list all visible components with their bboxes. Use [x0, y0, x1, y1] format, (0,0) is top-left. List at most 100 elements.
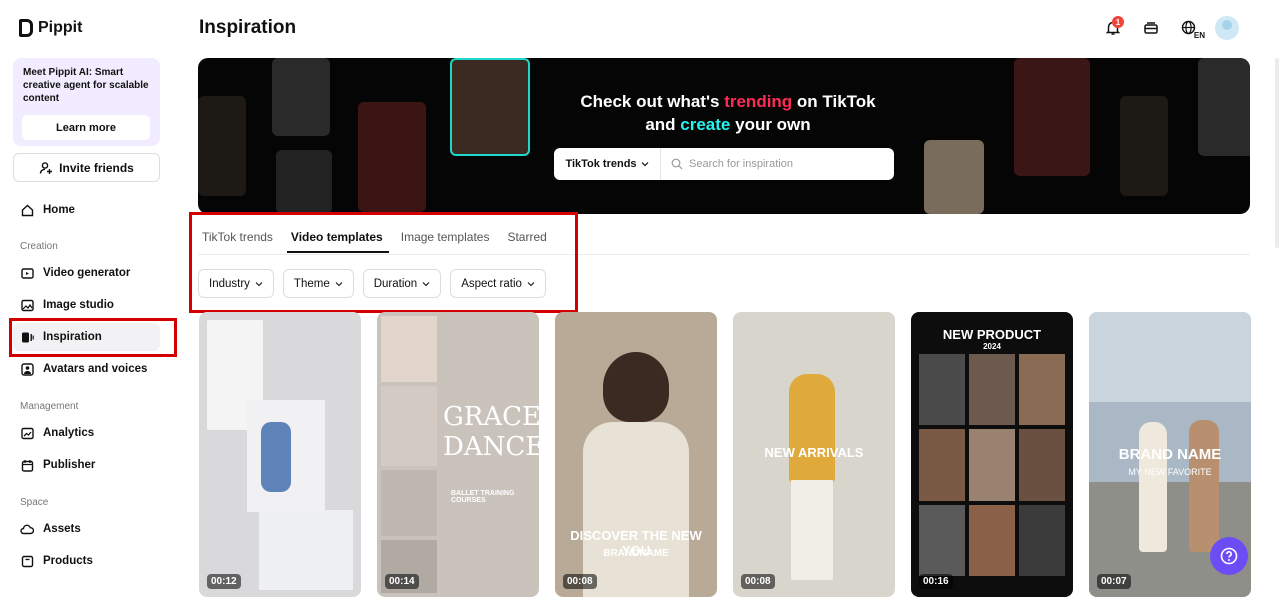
- duration-badge: 00:12: [207, 574, 241, 589]
- hero-thumb: [1198, 58, 1250, 156]
- product-box-icon: [20, 554, 34, 568]
- hero-thumb: [276, 150, 332, 214]
- template-card[interactable]: DISCOVER THE NEW YOU BRANDNAME 00:08: [555, 312, 717, 597]
- home-icon: [20, 203, 34, 217]
- question-icon: [1220, 547, 1238, 565]
- hero-thumb: [272, 58, 330, 136]
- inspiration-search-bar: TikTok trends: [554, 148, 894, 180]
- hero-thumb: [450, 58, 530, 156]
- filter-industry[interactable]: Industry: [198, 269, 274, 298]
- card-photo: [1089, 312, 1251, 402]
- sidebar-item-analytics[interactable]: Analytics: [13, 419, 160, 447]
- section-management: Management: [20, 401, 79, 412]
- filter-label: Industry: [209, 277, 250, 290]
- duration-badge: 00:14: [385, 574, 419, 589]
- tab-tiktok-trends[interactable]: TikTok trends: [198, 226, 279, 253]
- chevron-down-icon: [422, 281, 430, 286]
- sidebar-item-assets[interactable]: Assets: [13, 515, 160, 543]
- sidebar-item-home[interactable]: Home: [13, 196, 160, 224]
- hero-thumb: [198, 96, 246, 196]
- filter-aspect-ratio[interactable]: Aspect ratio: [450, 269, 546, 298]
- language-code: EN: [1193, 31, 1205, 40]
- sidebar-item-label: Avatars and voices: [43, 363, 148, 375]
- chevron-down-icon: [527, 281, 535, 286]
- invite-friends-button[interactable]: Invite friends: [13, 153, 160, 182]
- notifications-button[interactable]: 1: [1101, 16, 1125, 40]
- card-figure: [1139, 422, 1167, 552]
- page-scrollbar[interactable]: [1275, 58, 1279, 248]
- hero-text: on TikTok: [792, 92, 876, 111]
- card-figure: [261, 422, 291, 492]
- page-title: Inspiration: [199, 17, 297, 38]
- template-card[interactable]: GRACEFU DANCE BALLET TRAINING COURSES 00…: [377, 312, 539, 597]
- sidebar: Pippit Meet Pippit AI: Smart creative ag…: [0, 0, 176, 606]
- inspiration-icon: [20, 330, 34, 344]
- sidebar-item-label: Image studio: [43, 299, 114, 311]
- card-photo: [381, 470, 437, 536]
- language-button[interactable]: EN: [1177, 16, 1205, 40]
- hero-text-highlight: create: [680, 115, 731, 134]
- sidebar-item-label: Assets: [43, 523, 81, 535]
- tab-video-templates[interactable]: Video templates: [286, 226, 389, 253]
- tab-starred[interactable]: Starred: [503, 226, 552, 253]
- search-input[interactable]: [683, 148, 894, 180]
- card-subtitle: 2024: [983, 342, 1001, 351]
- cloud-icon: [20, 522, 34, 536]
- pippit-logo-icon: [19, 19, 33, 37]
- sidebar-item-label: Inspiration: [43, 331, 102, 343]
- grid-photo: [919, 504, 965, 576]
- card-figure: [789, 374, 835, 484]
- card-subtitle: BRANDNAME: [603, 548, 669, 559]
- filter-duration[interactable]: Duration: [362, 269, 442, 298]
- sidebar-item-video-generator[interactable]: Video generator: [13, 259, 160, 287]
- video-generator-icon: [20, 266, 34, 280]
- duration-badge: 00:08: [563, 574, 597, 589]
- logo[interactable]: Pippit: [19, 19, 82, 37]
- source-select[interactable]: TikTok trends: [554, 148, 661, 180]
- duration-badge: 00:16: [919, 574, 953, 589]
- filter-theme[interactable]: Theme: [282, 269, 354, 298]
- header-actions: 1 EN: [1101, 16, 1239, 40]
- sidebar-item-image-studio[interactable]: Image studio: [13, 291, 160, 319]
- filter-label: Aspect ratio: [461, 277, 522, 290]
- learn-more-button[interactable]: Learn more: [22, 115, 150, 140]
- card-figure: [1189, 420, 1219, 552]
- app-root: Pippit Meet Pippit AI: Smart creative ag…: [0, 0, 1279, 606]
- filter-bar: Industry Theme Duration Aspect ratio: [198, 269, 546, 298]
- filter-label: Theme: [293, 277, 330, 290]
- card-title: NEW PRODUCT: [942, 327, 1042, 342]
- sidebar-item-publisher[interactable]: Publisher: [13, 451, 160, 479]
- sidebar-item-inspiration[interactable]: Inspiration: [13, 323, 160, 351]
- card-photo: [259, 510, 353, 590]
- sidebar-item-label: Home: [43, 204, 75, 216]
- card-subtitle: BALLET TRAINING COURSES: [451, 490, 515, 504]
- calendar-icon: [20, 458, 34, 472]
- wallet-button[interactable]: [1139, 16, 1163, 40]
- tab-image-templates[interactable]: Image templates: [397, 226, 496, 253]
- hero-text: Check out what's: [580, 92, 725, 111]
- template-card[interactable]: NEW PRODUCT 2024 00:16: [911, 312, 1073, 597]
- hero-thumb: [358, 102, 426, 212]
- template-card[interactable]: NEW ARRIVALS 00:08: [733, 312, 895, 597]
- card-figure: [791, 480, 833, 580]
- sidebar-item-label: Products: [43, 555, 93, 567]
- sidebar-item-products[interactable]: Products: [13, 547, 160, 575]
- section-space: Space: [20, 497, 49, 508]
- card-photo: [381, 386, 437, 466]
- invite-label: Invite friends: [59, 160, 134, 175]
- chevron-down-icon: [335, 281, 343, 286]
- hero-thumb: [1120, 96, 1168, 196]
- avatar-icon: [20, 362, 34, 376]
- grid-photo: [1019, 504, 1065, 576]
- analytics-icon: [20, 426, 34, 440]
- template-card[interactable]: 00:12: [199, 312, 361, 597]
- card-subtitle: MY NEW FAVORITE: [1128, 467, 1212, 477]
- section-creation: Creation: [20, 241, 58, 252]
- grid-photo: [919, 429, 965, 501]
- help-button[interactable]: [1210, 537, 1248, 575]
- sidebar-item-avatars[interactable]: Avatars and voices: [13, 355, 160, 383]
- source-select-value: TikTok trends: [565, 158, 637, 170]
- user-avatar[interactable]: [1215, 16, 1239, 40]
- card-photo-grid: [919, 354, 1065, 576]
- card-title: GRACEFU DANCE: [443, 402, 539, 462]
